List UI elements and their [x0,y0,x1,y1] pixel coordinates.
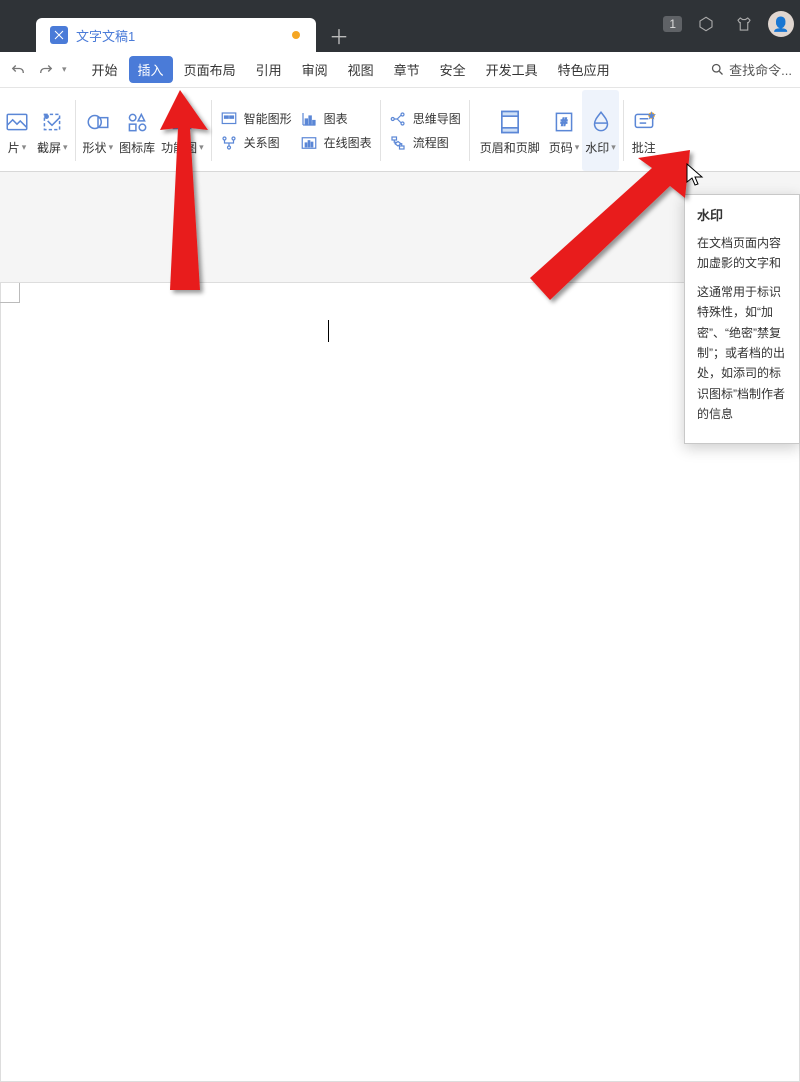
smartart-icon [220,110,238,128]
tab-title: 文字文稿1 [76,26,135,45]
document-tab[interactable]: 文字文稿1 [36,18,316,52]
relation-button[interactable]: 关系图 [220,134,292,152]
shape-icon [84,105,112,139]
text-cursor [328,320,329,342]
tab-security[interactable]: 安全 [431,56,475,83]
smartart-button[interactable]: 智能图形 [220,110,292,128]
screenshot-button[interactable]: 截屏▾ [34,90,71,171]
pagenum-icon: # [551,105,577,139]
comment-icon: ★ [631,105,657,139]
relation-icon [220,134,238,152]
picture-icon [3,105,31,139]
headerfooter-button[interactable]: 页眉和页脚 [474,90,546,171]
funcpic-icon [168,105,196,139]
tooltip-text-2: 这通常用于标识特殊性，如“加密”、“绝密”禁复制”；或者档的出处，如添司的标识图… [697,282,787,425]
onlinechart-icon [300,134,318,152]
tab-layout[interactable]: 页面布局 [175,56,245,83]
menu-tabs: 开始 插入 页面布局 引用 审阅 视图 章节 安全 开发工具 特色应用 [83,56,619,83]
tab-chapter[interactable]: 章节 [385,56,429,83]
watermark-button[interactable]: 水印▾ [582,90,619,171]
watermark-icon [588,105,614,139]
watermark-tooltip: 水印 在文档页面内容加虚影的文字和 这通常用于标识特殊性，如“加密”、“绝密”禁… [684,194,800,444]
quick-access: ▾ [6,58,67,82]
funcpic-button[interactable]: 功能图▾ [158,90,207,171]
tab-view[interactable]: 视图 [339,56,383,83]
margin-mark [0,283,20,303]
title-right: 1 👤 [663,10,794,38]
flowchart-button[interactable]: 流程图 [389,134,461,152]
search-icon [710,62,725,77]
search-label: 查找命令... [729,60,792,79]
tab-devtools[interactable]: 开发工具 [477,56,547,83]
qa-dropdown[interactable]: ▾ [62,64,67,75]
tooltip-title: 水印 [697,205,787,227]
screenshot-icon [38,105,66,139]
pagenum-button[interactable]: # 页码▾ [546,90,583,171]
mindmap-button[interactable]: 思维导图 [389,110,461,128]
tab-start[interactable]: 开始 [83,56,127,83]
tab-reference[interactable]: 引用 [247,56,291,83]
unsaved-indicator [292,31,300,39]
shirt-icon[interactable] [730,10,758,38]
page[interactable] [0,282,800,1082]
ribbon: 片▾ 截屏▾ 形状▾ 图标库 功能图▾ 智能图形 关系图 图表 在线图表 思维导… [0,88,800,172]
iconlib-button[interactable]: 图标库 [116,90,158,171]
iconlib-icon [123,105,151,139]
chart-button[interactable]: 图表 [300,110,372,128]
tab-special[interactable]: 特色应用 [549,56,619,83]
document-icon [50,26,68,44]
redo-button[interactable] [34,58,58,82]
mindmap-icon [389,110,407,128]
tab-review[interactable]: 审阅 [293,56,337,83]
notification-badge[interactable]: 1 [663,16,682,32]
hexagon-icon[interactable] [692,10,720,38]
menu-bar: ▾ 开始 插入 页面布局 引用 审阅 视图 章节 安全 开发工具 特色应用 查找… [0,52,800,88]
comment-button[interactable]: ★ 批注 [628,90,660,171]
chart-icon [300,110,318,128]
title-bar: 文字文稿1 ＋ 1 👤 [0,0,800,52]
tooltip-text-1: 在文档页面内容加虚影的文字和 [697,233,787,274]
flowchart-icon [389,134,407,152]
tab-insert[interactable]: 插入 [129,56,173,83]
onlinechart-button[interactable]: 在线图表 [300,134,372,152]
new-tab-button[interactable]: ＋ [322,18,356,52]
headerfooter-icon [495,105,525,139]
document-area [0,172,800,600]
svg-text:#: # [561,116,567,128]
svg-text:★: ★ [649,114,654,120]
undo-button[interactable] [6,58,30,82]
user-avatar[interactable]: 👤 [768,11,794,37]
picture-button[interactable]: 片▾ [0,90,34,171]
search-command[interactable]: 查找命令... [710,60,792,79]
shape-button[interactable]: 形状▾ [80,90,117,171]
